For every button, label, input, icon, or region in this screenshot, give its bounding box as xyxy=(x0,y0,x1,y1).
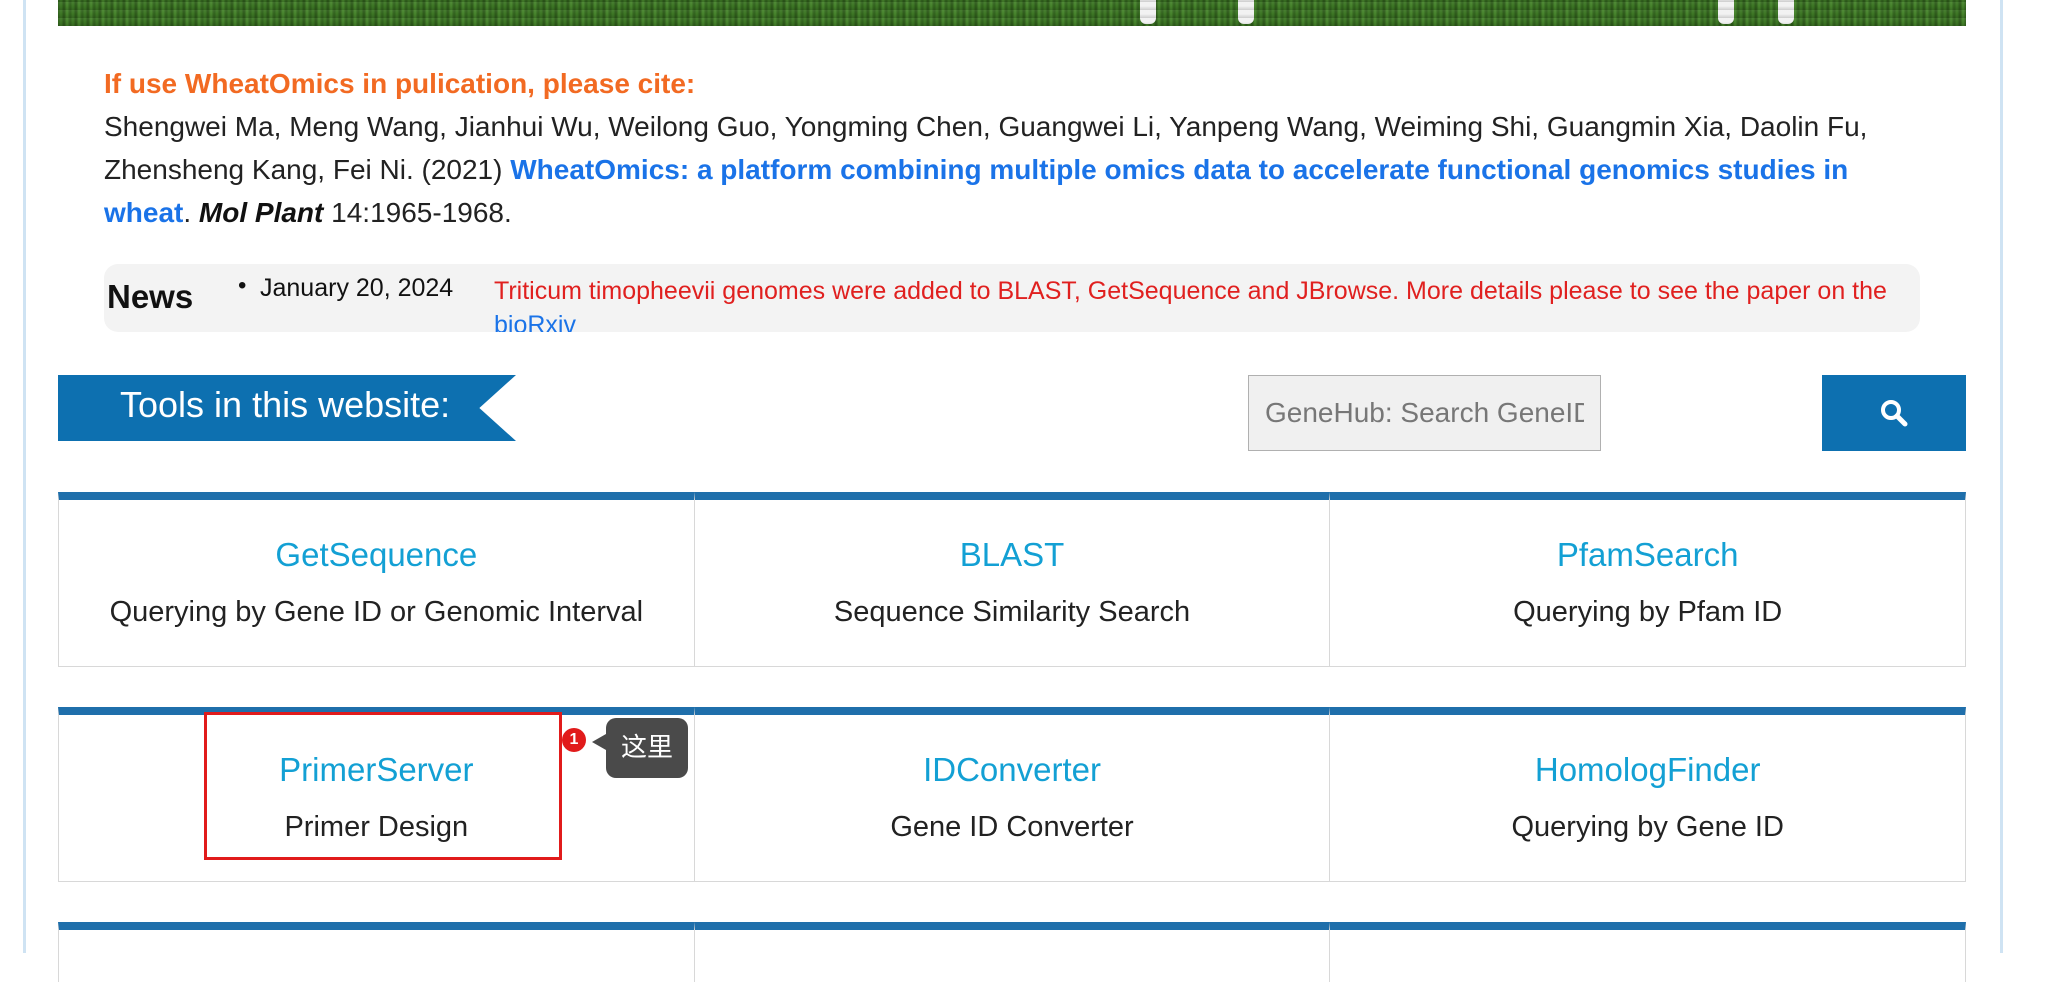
tool-card-pfamsearch[interactable]: PfamSearch Querying by Pfam ID xyxy=(1329,492,1967,667)
news-item-text: Triticum timopheevii genomes were added … xyxy=(494,274,1914,332)
news-bullet: • xyxy=(238,272,247,299)
tool-desc-idconverter: Gene ID Converter xyxy=(890,811,1134,843)
citation-heading: If use WheatOmics in pulication, please … xyxy=(104,68,696,99)
banner-person-figure xyxy=(1238,0,1254,24)
search-button[interactable] xyxy=(1822,375,1966,451)
annotation-step-badge: 1 xyxy=(562,728,586,752)
annotation-highlight-box xyxy=(204,712,562,860)
tool-card-row3-1[interactable] xyxy=(58,922,694,982)
tool-title-blast[interactable]: BLAST xyxy=(695,536,1330,574)
tool-title-idconverter[interactable]: IDConverter xyxy=(695,751,1330,789)
news-date: January 20, 2024 xyxy=(260,274,454,302)
tool-card-row3-2[interactable] xyxy=(693,922,1330,982)
tool-title-pfamsearch[interactable]: PfamSearch xyxy=(1330,536,1965,574)
page-frame-right xyxy=(2000,0,2003,953)
genehub-search-input[interactable] xyxy=(1248,375,1601,451)
banner-person-figure xyxy=(1140,0,1156,24)
search-icon xyxy=(1881,400,1908,427)
annotation-tooltip: 这里 xyxy=(606,718,688,778)
citation-volume-pages: 14:1965-1968. xyxy=(331,197,512,228)
citation-block: If use WheatOmics in pulication, please … xyxy=(104,62,1934,234)
news-label: News xyxy=(107,278,194,315)
tool-card-idconverter[interactable]: IDConverter Gene ID Converter xyxy=(693,707,1330,882)
news-item-body: Triticum timopheevii genomes were added … xyxy=(494,277,1887,305)
tool-desc-pfamsearch: Querying by Pfam ID xyxy=(1513,596,1783,628)
banner-person-figure xyxy=(1718,0,1734,24)
tool-card-homologfinder[interactable]: HomologFinder Querying by Gene ID xyxy=(1329,707,1967,882)
tool-title-getsequence[interactable]: GetSequence xyxy=(59,536,694,574)
tool-desc-getsequence: Querying by Gene ID or Genomic Interval xyxy=(109,596,644,628)
tools-row-1: GetSequence Querying by Gene ID or Genom… xyxy=(58,492,1967,667)
news-box: News • January 20, 2024 Triticum timophe… xyxy=(104,264,1920,332)
tool-desc-homologfinder: Querying by Gene ID xyxy=(1511,811,1784,843)
annotation-tooltip-arrow xyxy=(592,734,606,750)
citation-journal: Mol Plant xyxy=(198,197,324,228)
page-frame-left xyxy=(23,0,26,953)
tool-title-homologfinder[interactable]: HomologFinder xyxy=(1330,751,1965,789)
banner-person-figure xyxy=(1778,0,1794,24)
tool-desc-blast: Sequence Similarity Search xyxy=(833,596,1191,628)
tool-card-row3-3[interactable] xyxy=(1329,922,1967,982)
tools-row-3 xyxy=(58,922,1967,982)
citation-text: Shengwei Ma, Meng Wang, Jianhui Wu, Weil… xyxy=(104,105,1934,234)
wheat-field-banner-image xyxy=(58,0,1966,26)
news-biorxiv-link[interactable]: bioRxiv xyxy=(494,311,576,332)
tool-card-getsequence[interactable]: GetSequence Querying by Gene ID or Genom… xyxy=(58,492,694,667)
tools-section-title: Tools in this website: xyxy=(120,384,451,425)
tool-card-blast[interactable]: BLAST Sequence Similarity Search xyxy=(693,492,1330,667)
tools-section-header: Tools in this website: xyxy=(58,375,516,441)
citation-period: . xyxy=(183,197,192,228)
